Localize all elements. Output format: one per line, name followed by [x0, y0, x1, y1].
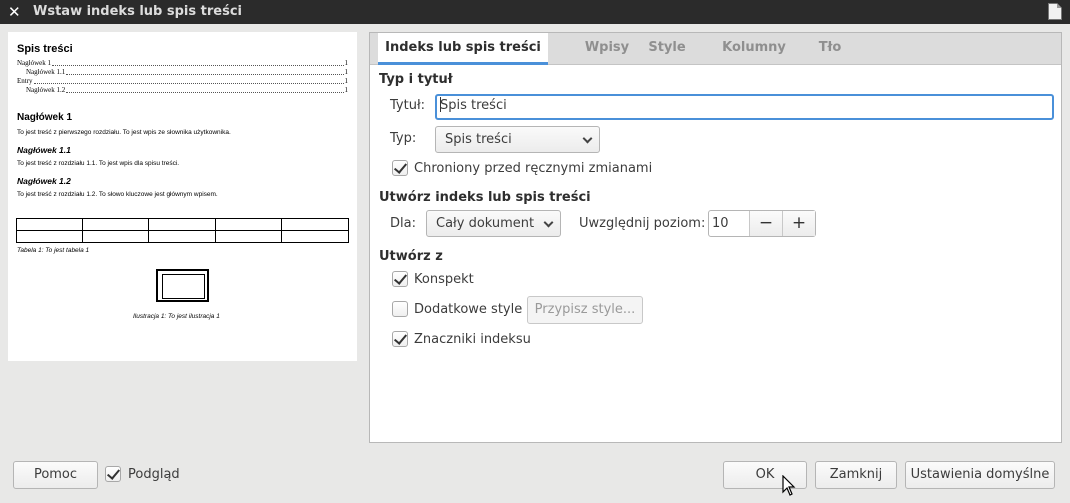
title-label: Tytuł:	[390, 98, 426, 113]
section-create-from: Utwórz z	[379, 249, 443, 264]
type-label: Typ:	[390, 131, 417, 146]
chevron-down-icon	[543, 217, 554, 228]
tab-bar: Indeks lub spis treści Wpisy Style Kolum…	[370, 33, 1061, 65]
preview-toc-title: Spis treści	[17, 43, 73, 55]
preview-table-caption: Tabela 1: To jest tabela 1	[17, 247, 90, 254]
preview-toc-entry: Nagłówek 11	[17, 59, 348, 67]
document-icon	[1048, 3, 1062, 20]
picture-icon	[156, 269, 209, 302]
tab-background[interactable]: Tło	[810, 33, 850, 65]
scope-select[interactable]: Cały dokument	[426, 210, 561, 237]
outline-label: Konspekt	[414, 272, 474, 287]
outline-checkbox[interactable]	[392, 271, 408, 287]
type-select[interactable]: Spis treści	[435, 126, 600, 153]
section-type-title: Typ i tytuł	[379, 72, 453, 87]
preview-pane: Spis treści Nagłówek 11 Nagłówek 1.1 1 En…	[8, 32, 357, 361]
section-create-index: Utwórz indeks lub spis treści	[379, 190, 591, 205]
protected-label: Chroniony przed ręcznymi zmianami	[414, 161, 653, 176]
preview-body-text: To jest treść z rozdziału 1.2. To słowo …	[17, 191, 218, 198]
preview-toc-entry: Nagłówek 1.2 1	[26, 86, 348, 94]
close-button[interactable]: Zamknij	[815, 461, 897, 489]
preview-heading-1: Nagłówek 1	[17, 112, 73, 123]
additional-styles-label: Dodatkowe style	[414, 302, 523, 317]
preview-heading-1-1: Nagłówek 1.1	[17, 145, 71, 155]
window-title: Wstaw indeks lub spis treści	[33, 4, 242, 19]
preview-toc-entry: Entry 1	[17, 77, 348, 85]
reset-defaults-button[interactable]: Ustawienia domyślne	[905, 461, 1055, 489]
preview-illustration-caption: Ilustracja 1: To jest ilustracja 1	[133, 313, 220, 320]
close-icon[interactable]: ✕	[8, 3, 21, 21]
index-marks-label: Znaczniki indeksu	[414, 332, 531, 347]
index-marks-checkbox[interactable]	[392, 331, 408, 347]
protected-checkbox[interactable]	[392, 160, 408, 176]
tab-index-toc[interactable]: Indeks lub spis treści	[378, 33, 548, 65]
chevron-down-icon	[582, 133, 593, 144]
preview-label: Podgląd	[128, 467, 180, 482]
preview-toc-entry: Nagłówek 1.1 1	[26, 68, 348, 76]
for-label: Dla:	[390, 216, 416, 231]
additional-styles-checkbox[interactable]	[392, 301, 408, 317]
preview-body-text: To jest treść z rozdziału 1.1. To jest w…	[17, 160, 180, 167]
level-spinner[interactable]: 10 − +	[708, 210, 816, 237]
decrement-button[interactable]: −	[749, 211, 782, 236]
preview-checkbox[interactable]	[105, 466, 121, 482]
tab-styles[interactable]: Style	[640, 33, 694, 65]
title-bar: ✕ Wstaw indeks lub spis treści	[0, 0, 1070, 24]
options-panel: Indeks lub spis treści Wpisy Style Kolum…	[369, 32, 1062, 443]
level-value[interactable]: 10	[712, 211, 729, 236]
preview-body-text: To jest treść z pierwszego rozdziału. To…	[17, 129, 231, 136]
help-button[interactable]: Pomoc	[13, 461, 98, 489]
tab-columns[interactable]: Kolumny	[714, 33, 794, 65]
mouse-pointer-icon	[782, 475, 796, 496]
level-label: Uwzględnij poziom:	[579, 216, 706, 231]
increment-button[interactable]: +	[782, 211, 815, 236]
title-input[interactable]: Spis treści	[435, 94, 1054, 120]
preview-heading-1-2: Nagłówek 1.2	[17, 176, 71, 186]
preview-table	[16, 218, 349, 243]
assign-styles-button[interactable]: Przypisz style...	[527, 296, 643, 324]
